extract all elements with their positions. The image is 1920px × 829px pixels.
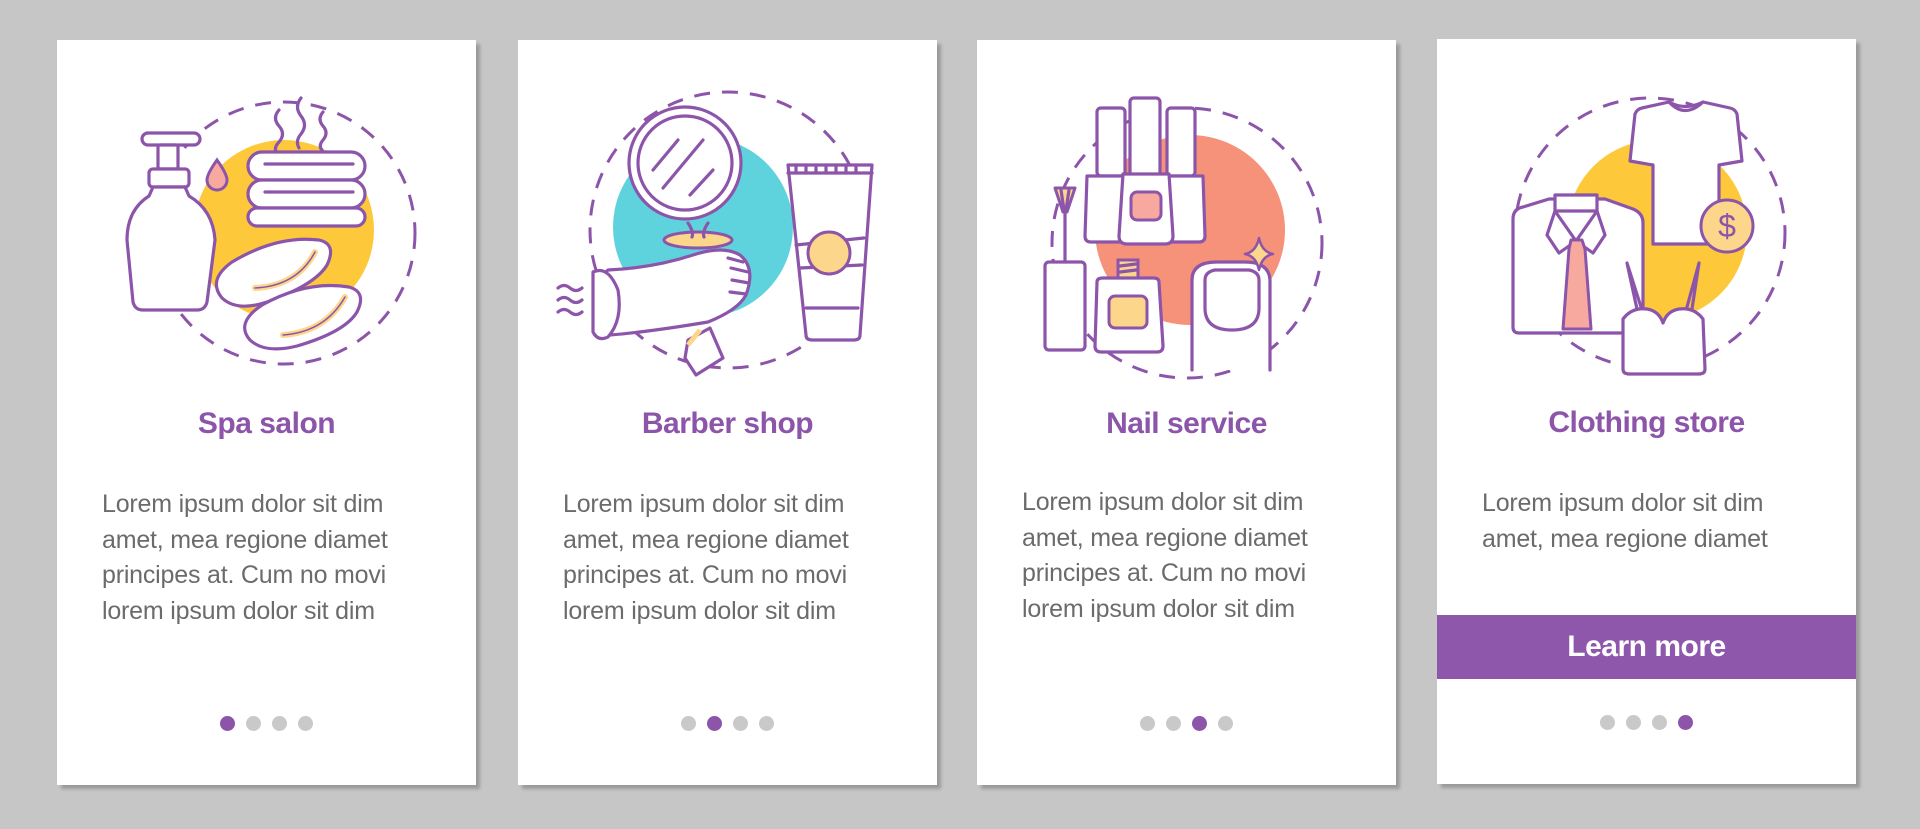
page-dot-4-active[interactable] xyxy=(1678,715,1693,730)
description-line: Lorem ipsum dolor sit dim xyxy=(1022,488,1304,516)
page-dot-1[interactable] xyxy=(681,716,696,731)
page-dot-1[interactable] xyxy=(1140,716,1155,731)
page-dot-1-active[interactable] xyxy=(220,716,235,731)
description-line: lorem ipsum dolor sit dim xyxy=(102,596,375,625)
description-line: lorem ipsum dolor sit dim xyxy=(1022,594,1295,623)
learn-more-button[interactable]: Learn more xyxy=(1437,615,1856,679)
page-dot-1[interactable] xyxy=(1600,715,1615,730)
description-line: Lorem ipsum dolor sit dim xyxy=(1482,489,1764,517)
page-dot-2[interactable] xyxy=(246,716,261,731)
page-indicator xyxy=(977,716,1396,731)
onboarding-card-nail-service: Nail service Lorem ipsum dolor sit dim a… xyxy=(977,40,1396,785)
description-line: principes at. Cum no movi xyxy=(1022,559,1307,587)
page-dot-3[interactable] xyxy=(1652,715,1667,730)
card-description: Lorem ipsum dolor sit dim amet, mea regi… xyxy=(563,487,907,629)
card-title: Spa salon xyxy=(197,407,336,440)
description-line: Lorem ipsum dolor sit dim xyxy=(102,490,384,518)
description-line: amet, mea regione diamet xyxy=(1482,524,1768,553)
page-dot-2[interactable] xyxy=(1166,716,1181,731)
card-title: Clothing store xyxy=(1548,406,1745,439)
page-dot-3-active[interactable] xyxy=(1192,716,1207,731)
onboarding-card-barber-shop: Barber shop Lorem ipsum dolor sit dim am… xyxy=(518,40,937,785)
onboarding-card-spa-salon: Spa salon Lorem ipsum dolor sit dim amet… xyxy=(57,40,476,785)
page-dot-4[interactable] xyxy=(759,716,774,731)
nail-service-illustration xyxy=(1043,96,1324,380)
dress-shirt-icon xyxy=(1511,193,1645,335)
description-line: amet, mea regione diamet xyxy=(102,525,388,554)
nail-brush-icon xyxy=(1043,186,1087,352)
page-dot-3[interactable] xyxy=(272,716,287,731)
card-description: Lorem ipsum dolor sit dim amet, mea regi… xyxy=(1022,485,1366,627)
page-indicator xyxy=(518,716,937,731)
description-line: principes at. Cum no movi xyxy=(102,561,387,589)
spa-salon-illustration xyxy=(125,96,417,366)
page-dot-3[interactable] xyxy=(733,716,748,731)
pump-bottle-icon xyxy=(125,131,217,312)
card-description: Lorem ipsum dolor sit dim amet, mea regi… xyxy=(102,487,446,629)
card-description: Lorem ipsum dolor sit dim amet, mea regi… xyxy=(1482,486,1826,557)
dollar-sign: $ xyxy=(1718,208,1736,244)
description-line: principes at. Cum no movi xyxy=(563,561,848,589)
towels-icon xyxy=(246,150,367,228)
page-dot-2[interactable] xyxy=(1626,715,1641,730)
cream-tube-icon xyxy=(786,163,874,342)
card-title: Barber shop xyxy=(641,407,814,440)
onboarding-card-clothing-store: $ Clothing store Lorem ipsum dolor sit d… xyxy=(1437,39,1856,784)
card-title: Nail service xyxy=(1106,407,1267,440)
page-dot-4[interactable] xyxy=(1218,716,1233,731)
description-line: lorem ipsum dolor sit dim xyxy=(563,596,836,625)
page-dot-4[interactable] xyxy=(298,716,313,731)
page-indicator xyxy=(1437,715,1856,730)
clothing-store-illustration: $ xyxy=(1511,96,1787,376)
description-line: Lorem ipsum dolor sit dim xyxy=(563,490,845,518)
nail-polish-set-icon xyxy=(1083,96,1207,246)
description-line: amet, mea regione diamet xyxy=(563,525,849,554)
barber-shop-illustration xyxy=(556,90,874,377)
page-indicator xyxy=(57,716,476,731)
page-dot-2-active[interactable] xyxy=(707,716,722,731)
hair-dryer-icon xyxy=(556,248,752,377)
description-line: amet, mea regione diamet xyxy=(1022,523,1308,552)
